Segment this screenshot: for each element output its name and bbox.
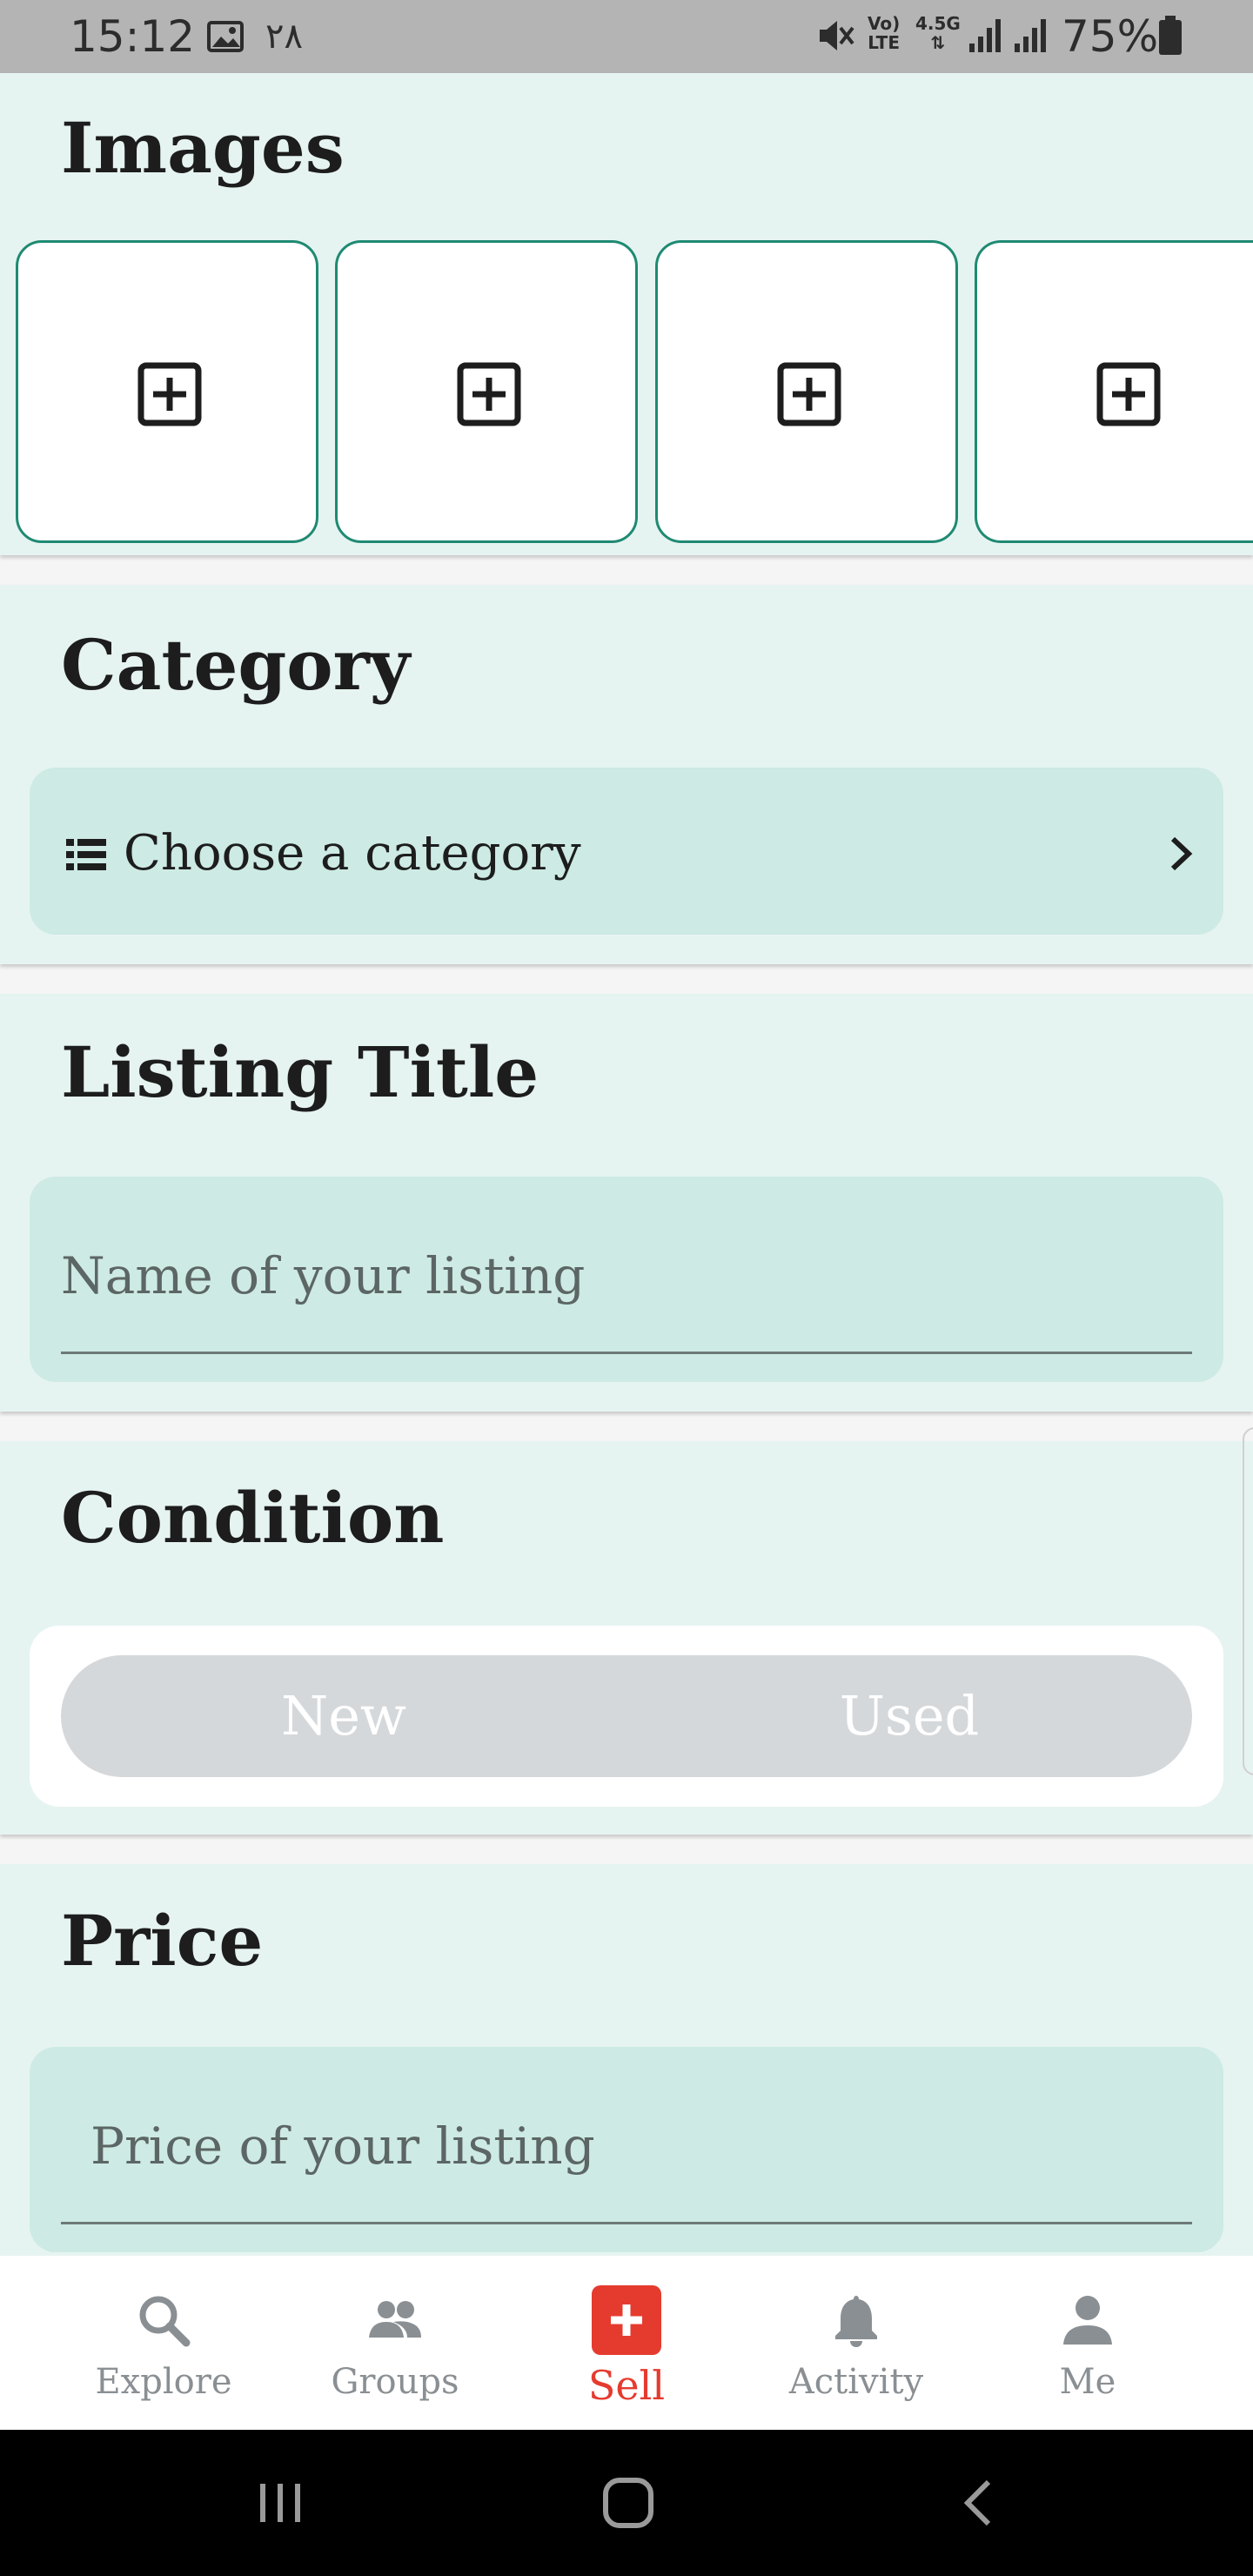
listing-title-placeholder: Name of your listing — [61, 1246, 586, 1305]
condition-section: Condition New Used — [0, 1441, 1253, 1835]
mute-icon — [820, 21, 854, 50]
nav-sell[interactable]: Sell — [531, 2256, 722, 2430]
bell-icon — [835, 2296, 877, 2347]
price-placeholder: Price of your listing — [90, 2116, 595, 2176]
status-time: 15:12 — [70, 11, 196, 62]
category-select-label: Choose a category — [124, 825, 581, 882]
add-image-slot[interactable] — [655, 240, 958, 543]
status-bar: 15:12 ٢٨ Vo) LTE 4.5G ⇅ 75% — [0, 0, 1253, 73]
search-icon — [139, 2296, 191, 2347]
back-icon[interactable] — [948, 2472, 1011, 2534]
listing-title-section: Listing Title Name of your listing — [0, 994, 1253, 1412]
listing-title-heading: Listing Title — [61, 1031, 539, 1113]
recent-apps-icon[interactable] — [249, 2472, 312, 2534]
price-title: Price — [61, 1900, 264, 1982]
price-section: Price Price of your listing — [0, 1864, 1253, 2256]
nav-label: Sell — [587, 2362, 666, 2409]
nav-groups[interactable]: Groups — [299, 2256, 491, 2430]
chevron-right-icon — [1170, 836, 1193, 871]
category-title: Category — [61, 624, 411, 706]
nav-label: Activity — [788, 2362, 924, 2402]
add-box-icon — [457, 362, 521, 426]
images-title: Images — [61, 107, 345, 189]
status-extra-text: ٢٨ — [265, 17, 303, 57]
signal-icon — [1015, 19, 1046, 52]
nav-explore[interactable]: Explore — [68, 2256, 259, 2430]
home-icon[interactable] — [597, 2472, 660, 2534]
images-section: Images — [0, 73, 1253, 555]
condition-toggle[interactable]: New Used — [61, 1655, 1192, 1777]
plus-icon — [592, 2285, 661, 2355]
category-select[interactable]: Choose a category — [30, 768, 1223, 935]
groups-icon — [369, 2301, 421, 2338]
add-image-slot[interactable] — [975, 240, 1253, 543]
nav-me[interactable]: Me — [992, 2256, 1183, 2430]
nav-label: Me — [1059, 2362, 1116, 2402]
condition-option-new[interactable]: New — [61, 1655, 626, 1777]
condition-title: Condition — [61, 1477, 445, 1559]
add-box-icon — [137, 362, 202, 426]
add-image-slot[interactable] — [335, 240, 638, 543]
input-underline — [61, 1352, 1192, 1354]
add-image-slot[interactable] — [16, 240, 318, 543]
system-navigation-bar — [0, 2430, 1253, 2576]
add-box-icon — [777, 362, 841, 426]
network-type-indicator: 4.5G ⇅ — [915, 13, 961, 53]
nav-activity[interactable]: Activity — [761, 2256, 952, 2430]
battery-percentage: 75% — [1062, 11, 1159, 62]
listing-title-input[interactable]: Name of your listing — [30, 1177, 1223, 1382]
gallery-icon — [207, 21, 244, 52]
nav-label: Groups — [331, 2362, 459, 2402]
list-icon — [66, 839, 106, 870]
add-box-icon — [1096, 362, 1161, 426]
volte-indicator: Vo) LTE — [868, 13, 901, 53]
category-section: Category Choose a category — [0, 585, 1253, 964]
battery-icon — [1159, 16, 1182, 55]
person-icon — [1063, 2296, 1112, 2345]
edge-panel-handle[interactable] — [1243, 1427, 1253, 1775]
signal-icon — [969, 19, 1001, 52]
condition-option-used[interactable]: Used — [626, 1655, 1192, 1777]
nav-label: Explore — [95, 2362, 232, 2402]
condition-card: New Used — [30, 1626, 1223, 1807]
input-underline — [61, 2222, 1192, 2224]
bottom-navigation: Explore Groups Sell Activity Me — [0, 2256, 1253, 2430]
price-input[interactable]: Price of your listing — [30, 2047, 1223, 2252]
